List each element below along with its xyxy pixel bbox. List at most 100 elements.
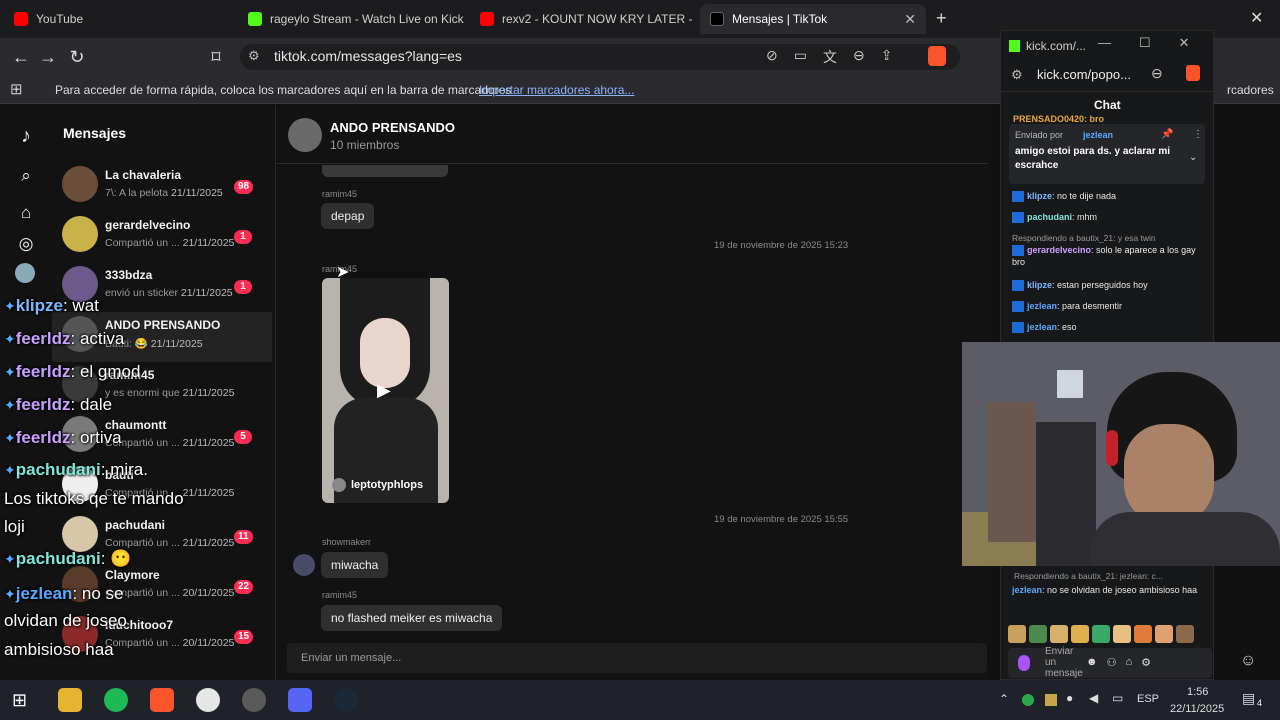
kick-input-actions: ☻ ⚇ ⌂ ⚙ (1086, 656, 1151, 669)
cast-icon[interactable]: ▭ (794, 47, 807, 67)
sender-avatar[interactable] (293, 554, 315, 576)
file-explorer-icon[interactable] (58, 688, 82, 712)
chat-username[interactable]: gerardelvecino (1027, 245, 1091, 255)
message-bubble[interactable]: miwacha (321, 552, 389, 578)
clock-app-icon[interactable] (196, 688, 220, 712)
translate-icon[interactable]: 文 (823, 47, 837, 67)
site-settings-icon[interactable]: ⚙ (248, 48, 260, 64)
maximize-icon[interactable]: ☐ (1139, 35, 1151, 51)
tab-youtube[interactable]: YouTube (4, 4, 236, 34)
conversation-preview: envió un sticker 21/11/2025 (105, 287, 233, 299)
store-icon[interactable]: ⌂ (1125, 656, 1132, 669)
new-tab-button[interactable]: + (936, 8, 947, 29)
zoom-icon[interactable]: ⊖ (1151, 65, 1163, 82)
overlay-username: klipze (15, 296, 63, 315)
tray-app-icon[interactable] (1022, 694, 1034, 706)
chat-username[interactable]: pachudani (1027, 212, 1072, 222)
group-avatar[interactable] (288, 118, 322, 152)
site-settings-icon[interactable]: ⚙ (1011, 67, 1023, 83)
group-name[interactable]: ANDO PRENSANDO (330, 120, 455, 135)
chat-username[interactable]: jezlean (1027, 301, 1057, 311)
overlay-chat-line: loji (4, 517, 25, 537)
windows-start-icon[interactable]: ⊞ (12, 690, 27, 711)
chat-username[interactable]: jezlean (1027, 322, 1057, 332)
back-icon[interactable]: ← (10, 46, 32, 68)
apps-grid-icon[interactable]: ⊞ (10, 80, 23, 98)
reload-icon[interactable]: ↻ (66, 46, 88, 68)
emote-icon[interactable] (1113, 625, 1131, 643)
emote-icon[interactable] (1155, 625, 1173, 643)
play-icon[interactable]: ▶ (377, 380, 391, 401)
chat-username[interactable]: klipze (1027, 280, 1052, 290)
emoji-icon[interactable]: ☺ (1240, 652, 1256, 670)
close-icon[interactable]: ✕ (1179, 35, 1190, 51)
chat-line: pachudani: mhm (1012, 211, 1202, 224)
tracking-icon[interactable]: ⊘ (766, 47, 778, 67)
clock-time[interactable]: 1:56 (1187, 686, 1208, 698)
chat-username[interactable]: klipze (1027, 191, 1052, 201)
settings-icon[interactable]: ⚙ (1141, 656, 1151, 669)
close-window-icon[interactable]: ✕ (1250, 8, 1263, 28)
message-input-placeholder[interactable]: Enviar un mensaje... (301, 652, 401, 664)
conversation-date: 21/11/2025 (182, 537, 235, 549)
pinned-message[interactable]: Enviado por jezlean 📌 ⋮ amigo estoi para… (1009, 124, 1205, 184)
steam-icon[interactable] (334, 688, 358, 712)
share-icon[interactable]: ⇪ (881, 47, 893, 67)
conversation-item[interactable]: La chavaleria 7\: A la pelota 21/11/2025 9… (52, 162, 272, 212)
overlay-text: : wat (62, 296, 99, 315)
taskbar: ⊞ ⌃ ● ◀ ▭ ESP 1:56 22/11/2025 ▤ 4 (0, 680, 1280, 720)
address-text[interactable]: tiktok.com/messages?lang=es (274, 48, 462, 64)
emoji-icon[interactable]: ☻ (1086, 656, 1098, 669)
emote-icon[interactable] (1071, 625, 1089, 643)
search-icon[interactable]: ⌕ (15, 165, 37, 187)
emote-icon[interactable] (1008, 625, 1026, 643)
tray-overflow-icon[interactable]: ⌃ (999, 692, 1009, 706)
discord-icon[interactable] (288, 688, 312, 712)
tab-youtube-rexv2[interactable]: rexv2 - KOUNT NOW KRY LATER - Yo (470, 4, 694, 34)
tab-kick[interactable]: rageylo Stream - Watch Live on Kick (238, 4, 470, 34)
spotify-icon[interactable] (104, 688, 128, 712)
emote-icon[interactable] (1029, 625, 1047, 643)
tray-app-icon[interactable] (1045, 694, 1057, 706)
chat-username[interactable]: jezlean (1012, 585, 1042, 595)
zoom-icon[interactable]: ⊖ (853, 47, 865, 67)
emote-icon[interactable] (1134, 625, 1152, 643)
chat-line: jezlean: para desmentir (1012, 300, 1202, 313)
microphone-icon[interactable] (1018, 655, 1030, 671)
shared-video-card[interactable]: ▶ leptotyphlops (322, 278, 449, 503)
brave-icon[interactable] (150, 688, 174, 712)
close-tab-icon[interactable]: ✕ (904, 11, 916, 28)
kick-send-placeholder[interactable]: Enviar un mensaje (1045, 646, 1083, 679)
minimize-icon[interactable]: — (1098, 35, 1111, 51)
explore-icon[interactable]: ◎ (15, 233, 37, 255)
chat-users-icon[interactable]: ⚇ (1107, 656, 1117, 669)
microphone-icon[interactable]: ● (1066, 691, 1073, 705)
forward-icon[interactable]: → (37, 46, 59, 68)
previous-media[interactable] (322, 165, 448, 177)
more-icon[interactable]: ⋮ (1193, 129, 1203, 140)
pin-icon[interactable]: 📌 (1161, 129, 1173, 140)
obs-icon[interactable] (242, 688, 266, 712)
tiktok-logo-icon[interactable]: ♪ (15, 125, 37, 147)
kick-address[interactable]: kick.com/popo... (1037, 67, 1131, 82)
conversation-item[interactable]: gerardelvecino Compartió un ... 21/11/202… (52, 212, 272, 262)
overlay-username: pachudani (15, 549, 101, 568)
tab-tiktok[interactable]: Mensajes | TikTok ✕ (700, 4, 926, 34)
language-indicator[interactable]: ESP (1137, 693, 1159, 705)
network-icon[interactable]: ▭ (1112, 691, 1123, 705)
clock-date[interactable]: 22/11/2025 (1170, 703, 1224, 715)
emote-icon[interactable] (1050, 625, 1068, 643)
profile-icon[interactable] (15, 263, 35, 283)
message-bubble[interactable]: no flashed meiker es miwacha (321, 605, 503, 631)
message-bubble[interactable]: depap (321, 203, 375, 229)
notifications-icon[interactable]: ▤ (1242, 690, 1255, 707)
emote-icon[interactable] (1092, 625, 1110, 643)
brave-shield-icon[interactable] (928, 46, 946, 66)
emote-icon[interactable] (1176, 625, 1194, 643)
bookmark-icon[interactable]: ⌑ (205, 46, 227, 68)
chevron-down-icon[interactable]: ⌄ (1189, 152, 1197, 163)
volume-icon[interactable]: ◀ (1089, 691, 1098, 705)
home-icon[interactable]: ⌂ (15, 202, 37, 224)
import-bookmarks-link[interactable]: Importar marcadores ahora... (479, 83, 634, 97)
brave-shield-icon[interactable] (1186, 65, 1200, 81)
